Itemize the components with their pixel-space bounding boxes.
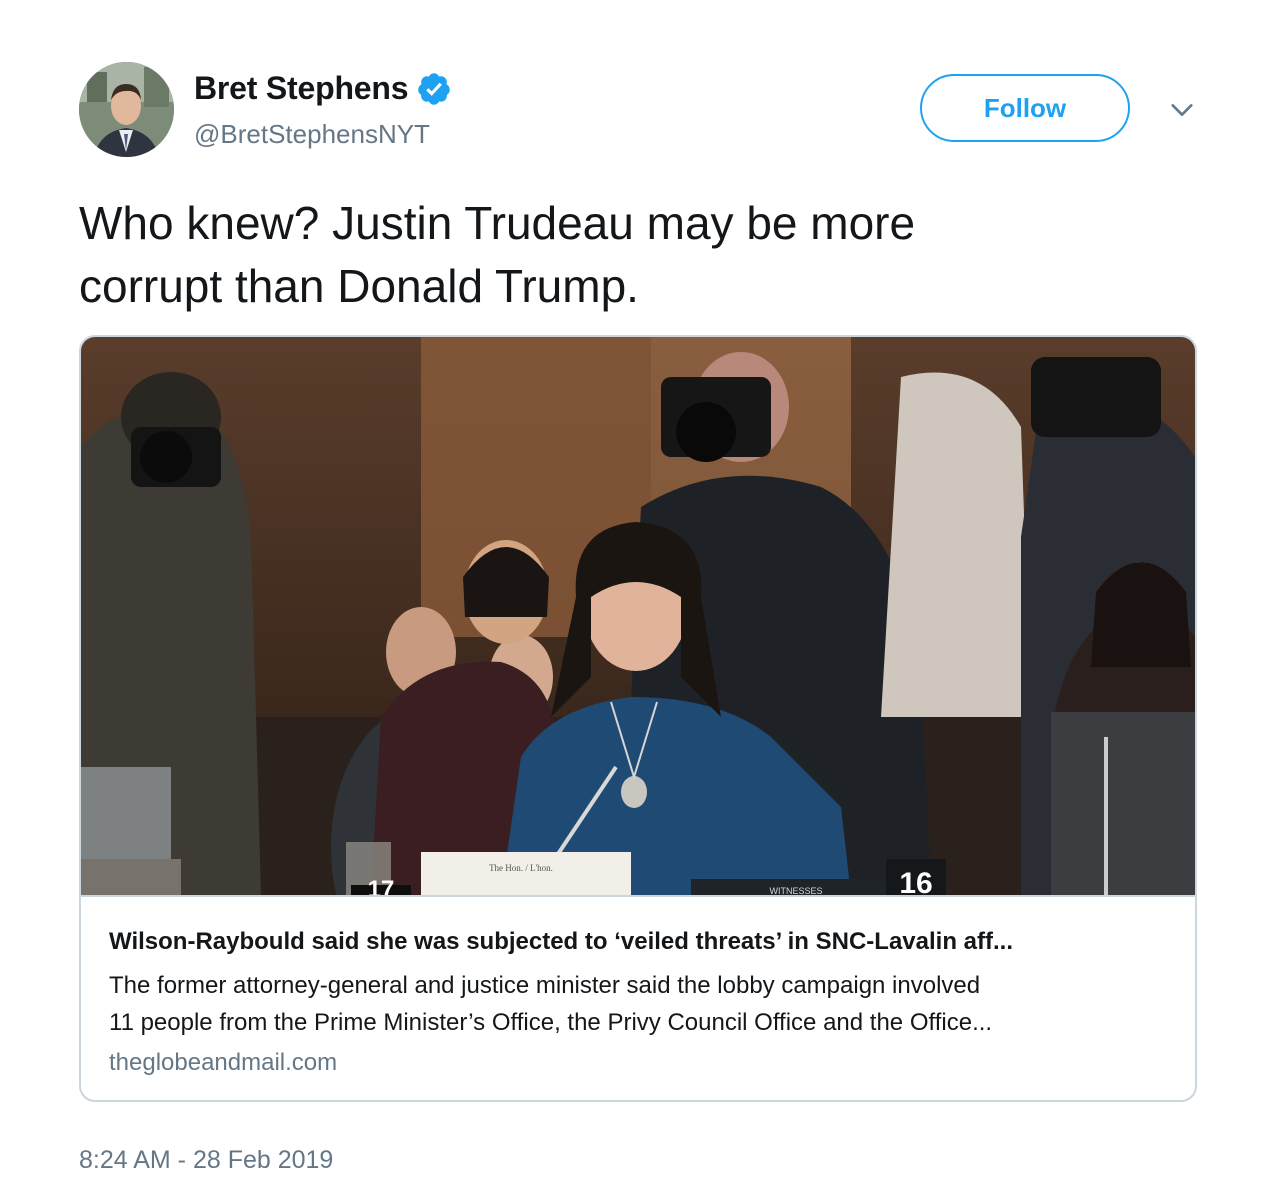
seat-number-right: 16 [899,867,932,895]
hearing-photo: The Hon. / L'hon. 17 WITNESSES 16 [81,337,1195,895]
card-description-line: The former attorney-general and justice … [109,972,981,999]
tweet-text-line: Who knew? Justin Trudeau may be more [79,197,916,249]
verified-badge-icon [418,72,451,105]
witness-sign: WITNESSES [769,886,822,895]
follow-button[interactable]: Follow [920,74,1130,142]
display-name[interactable]: Bret Stephens [194,70,409,107]
link-card[interactable]: The Hon. / L'hon. 17 WITNESSES 16 Wilson… [79,335,1197,1102]
tweet-text-line: corrupt than Donald Trump. [79,260,639,312]
avatar[interactable] [79,62,174,157]
nameplate-text: The Hon. / L'hon. [489,863,553,873]
chevron-down-icon[interactable] [1168,96,1196,124]
card-description: The former attorney-general and justice … [109,967,1167,1041]
timestamp[interactable]: 8:24 AM - 28 Feb 2019 [79,1146,333,1175]
profile-photo-icon [79,62,174,157]
card-description-line: 11 people from the Prime Minister’s Offi… [109,1009,993,1036]
card-body[interactable]: Wilson-Raybould said she was subjected t… [81,895,1195,1100]
card-domain[interactable]: theglobeandmail.com [109,1048,1167,1078]
card-image[interactable]: The Hon. / L'hon. 17 WITNESSES 16 [81,337,1195,895]
handle[interactable]: @BretStephensNYT [194,119,430,150]
card-title[interactable]: Wilson-Raybould said she was subjected t… [109,927,1167,957]
tweet-text: Who knew? Justin Trudeau may be more cor… [79,192,1189,318]
name-row: Bret Stephens [194,70,452,107]
tweet: Bret Stephens @BretStephensNYT Follow Wh… [0,0,1272,1186]
seat-number-left: 17 [368,876,395,895]
